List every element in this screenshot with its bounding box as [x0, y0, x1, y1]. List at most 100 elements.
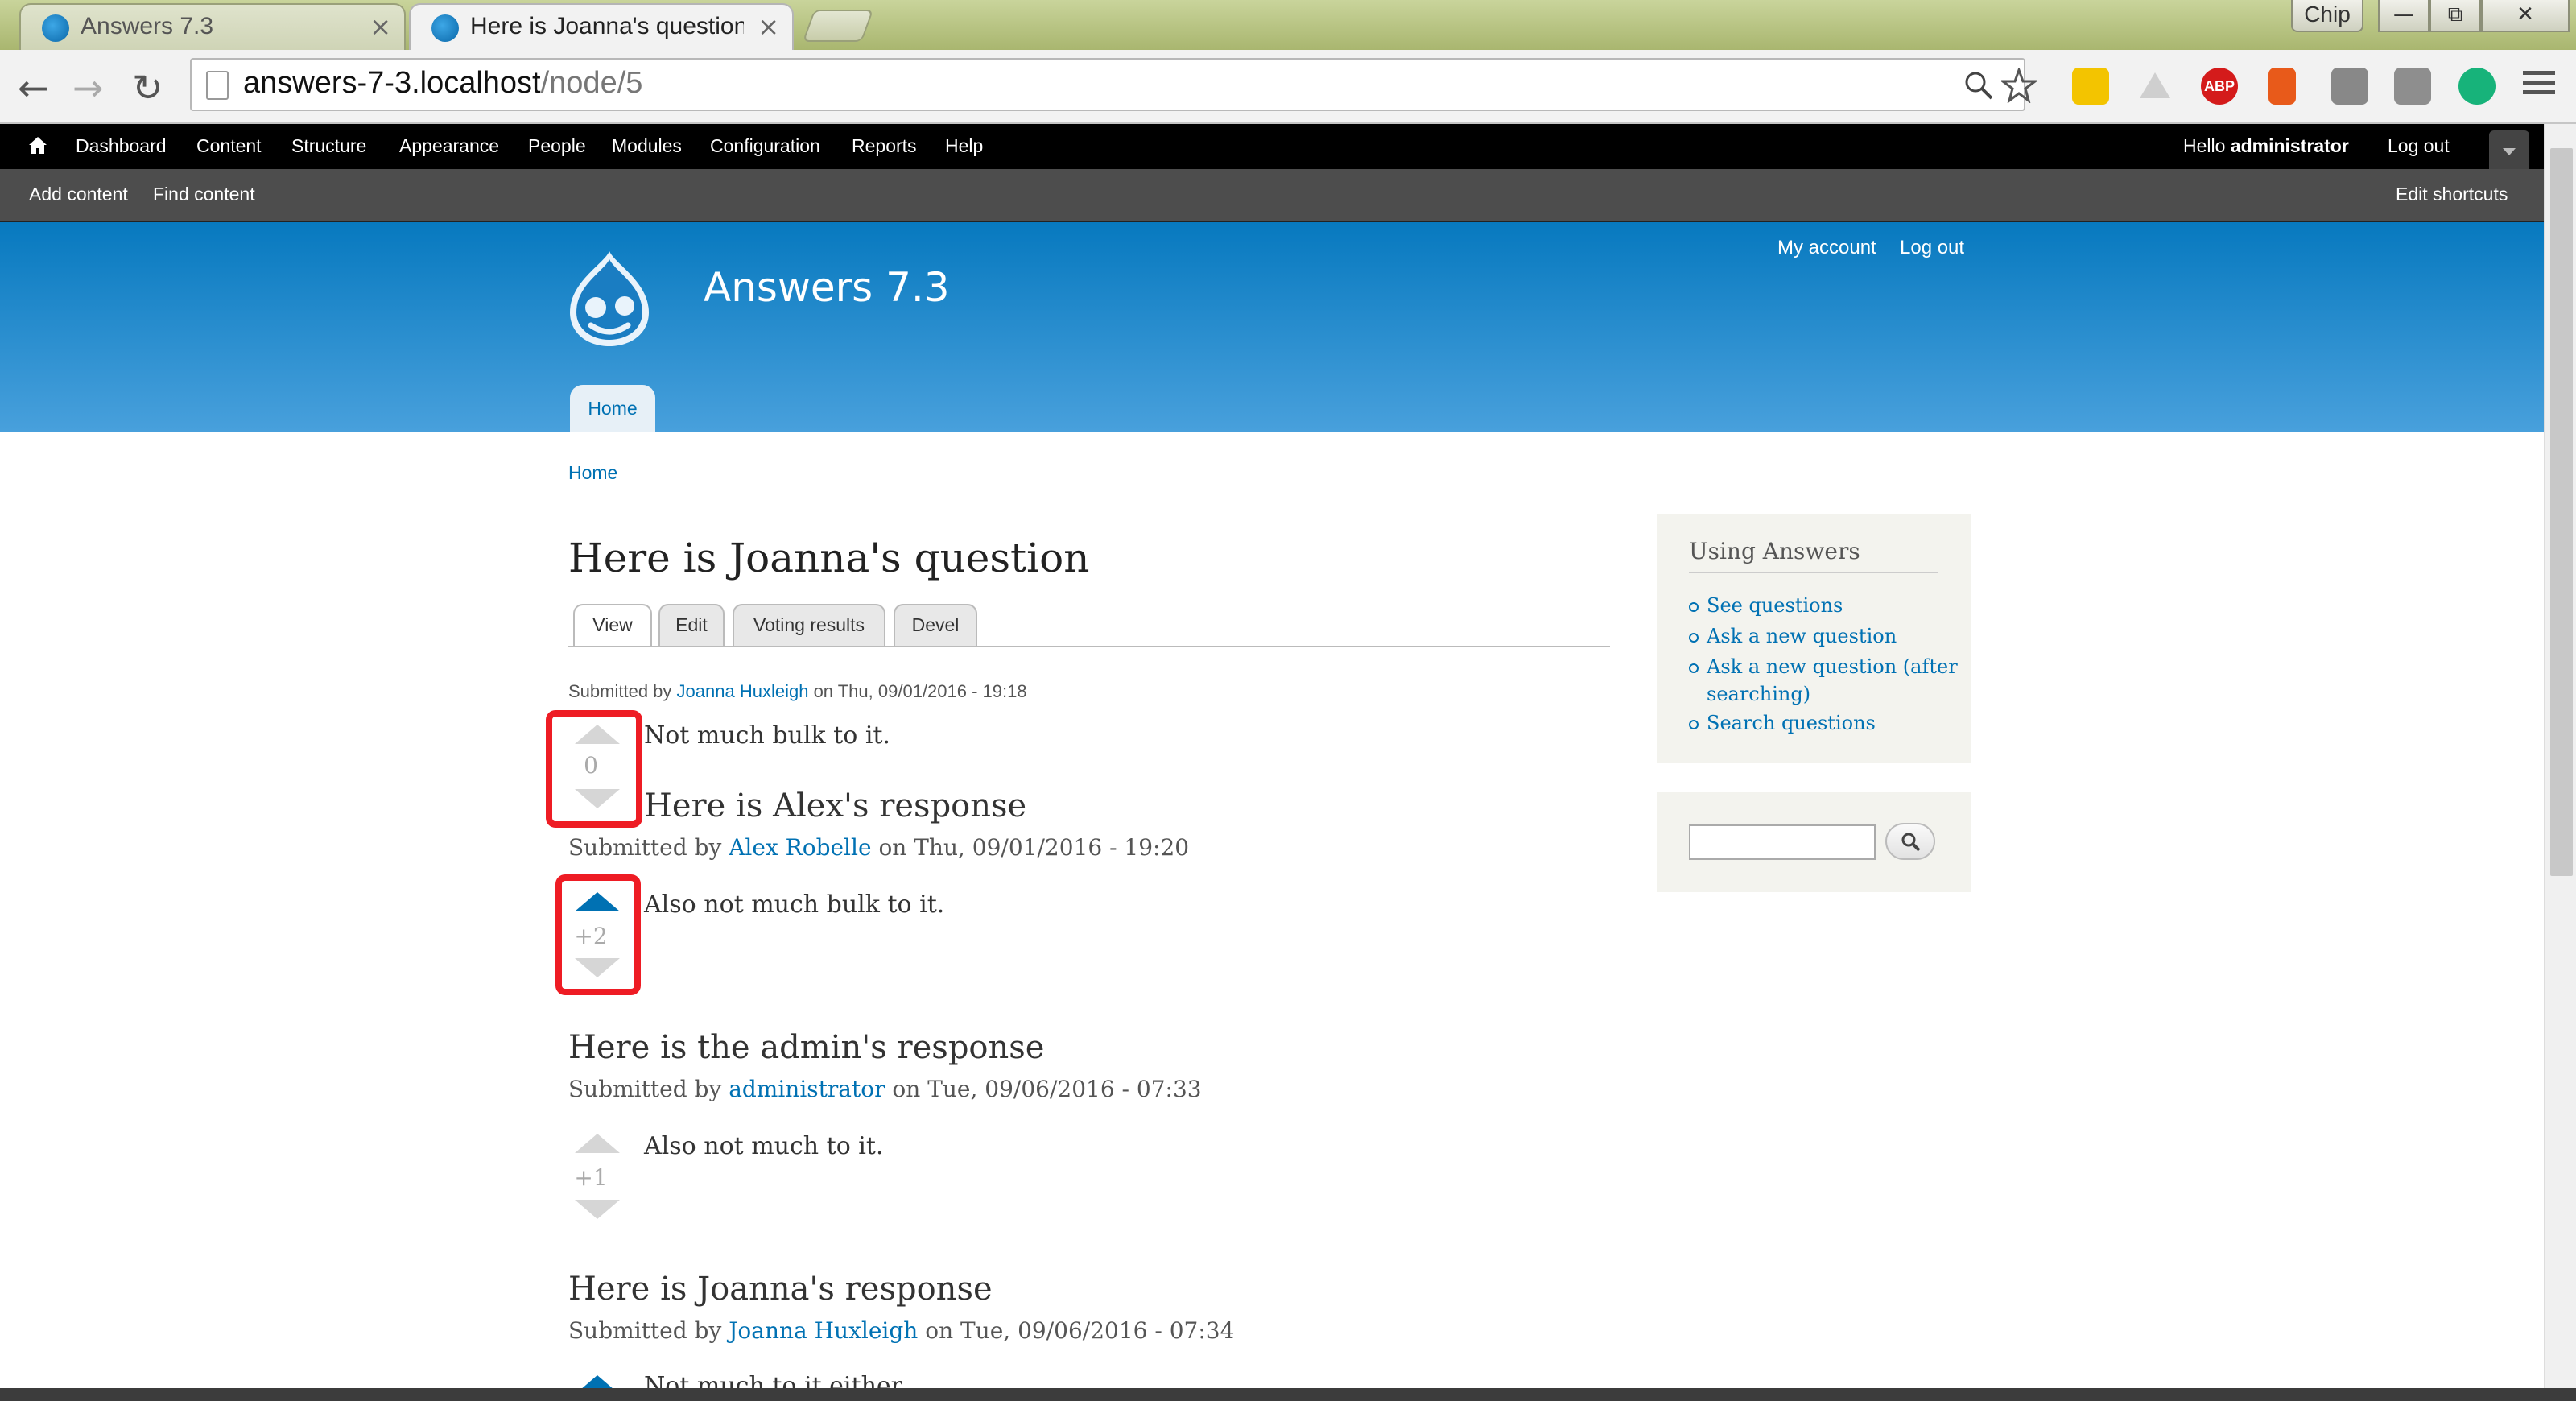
drupal-favicon-icon — [42, 14, 69, 42]
bullet — [1689, 633, 1699, 643]
site-header: Answers 7.3 My account Log out Home — [0, 222, 2544, 432]
vote-up-icon[interactable] — [575, 1134, 620, 1153]
browser-tab-question[interactable]: Here is Joanna's question × — [409, 3, 794, 50]
admin-logout-link[interactable]: Log out — [2388, 135, 2450, 157]
extension-icon[interactable] — [2331, 68, 2368, 105]
search-questions-link[interactable]: Search questions — [1707, 712, 1876, 734]
admin-username[interactable]: administrator — [2231, 135, 2349, 156]
tab-view[interactable]: View — [573, 604, 652, 646]
block-divider — [1689, 572, 1938, 573]
stylus-icon[interactable] — [2394, 68, 2431, 105]
search-input[interactable] — [1689, 824, 1876, 860]
vote-down-icon[interactable] — [575, 789, 620, 808]
shortcuts-toggle-button[interactable] — [2489, 130, 2529, 169]
site-name[interactable]: Answers 7.3 — [704, 264, 950, 311]
vote-count: 0 — [584, 752, 598, 779]
answer-author-link[interactable]: Alex Robelle — [729, 834, 871, 861]
main-menu-home-label: Home — [588, 398, 638, 419]
new-tab-button[interactable] — [802, 10, 874, 42]
search-icon[interactable] — [1963, 69, 1995, 101]
shortcut-add-content[interactable]: Add content — [29, 184, 128, 205]
shortcut-bar: Add content Find content Edit shortcuts — [0, 169, 2544, 222]
main-menu-home[interactable]: Home — [570, 385, 655, 432]
profile-button[interactable]: Chip — [2291, 0, 2363, 32]
vote-up-icon[interactable] — [575, 892, 620, 911]
scrollbar-thumb[interactable] — [2550, 148, 2573, 876]
admin-menu-modules[interactable]: Modules — [612, 135, 682, 157]
tab-edit[interactable]: Edit — [658, 604, 724, 646]
admin-menu-configuration[interactable]: Configuration — [710, 135, 820, 157]
header-logout-link[interactable]: Log out — [1900, 237, 1964, 259]
search-icon — [1901, 833, 1921, 852]
answer-submitted: Submitted by Alex Robelle on Thu, 09/01/… — [568, 834, 1190, 861]
back-icon[interactable]: ← — [18, 66, 49, 110]
drive-icon[interactable] — [2136, 68, 2174, 105]
drupal-favicon-icon — [431, 14, 459, 42]
bookmark-star-icon[interactable] — [2001, 68, 2037, 103]
admin-menu-dashboard[interactable]: Dashboard — [76, 135, 167, 157]
browser-tab-answers[interactable]: Answers 7.3 × — [19, 3, 406, 50]
page-icon — [206, 71, 229, 100]
reload-icon[interactable]: ↻ — [132, 66, 163, 110]
restore-button[interactable]: ⧉ — [2429, 0, 2481, 32]
address-bar[interactable]: answers-7-3.localhost/node/5 — [190, 58, 2037, 111]
admin-menu-reports[interactable]: Reports — [852, 135, 917, 157]
chrome-menu-icon[interactable] — [2523, 71, 2555, 94]
office-icon[interactable] — [2268, 68, 2296, 105]
search-button[interactable] — [1885, 823, 1935, 860]
grammarly-icon[interactable] — [2458, 68, 2496, 105]
question-submitted: Submitted by Joanna Huxleigh on Thu, 09/… — [568, 681, 1027, 701]
tab-close-icon[interactable]: × — [758, 11, 779, 42]
url-text[interactable]: answers-7-3.localhost/node/5 — [243, 66, 642, 101]
ask-question-link[interactable]: Ask a new question — [1707, 625, 1897, 647]
tab-voting-results[interactable]: Voting results — [733, 604, 886, 646]
see-questions-link[interactable]: See questions — [1707, 594, 1843, 617]
minimize-button[interactable]: — — [2378, 0, 2429, 32]
using-answers-block: Using Answers See questions Ask a new qu… — [1657, 514, 1971, 763]
admin-menu-help[interactable]: Help — [945, 135, 983, 157]
answer-title: Here is the admin's response — [568, 1029, 1045, 1066]
answer-cutoff-row: Not much to it either. — [564, 1369, 1690, 1388]
answer-author-link[interactable]: administrator — [729, 1076, 885, 1102]
block-title: Using Answers — [1689, 538, 1860, 564]
answer-body: Not much to it either. — [644, 1372, 908, 1388]
admin-menu-people[interactable]: People — [528, 135, 586, 157]
vote-up-icon[interactable] — [575, 1375, 620, 1388]
tab-close-icon[interactable]: × — [369, 11, 391, 42]
answer-body: Also not much bulk to it. — [644, 891, 945, 919]
admin-menu-content[interactable]: Content — [196, 135, 262, 157]
vote-count: +2 — [574, 923, 608, 949]
answer-title: Here is Joanna's response — [568, 1271, 993, 1308]
answer-author-link[interactable]: Joanna Huxleigh — [729, 1317, 918, 1344]
vote-up-icon[interactable] — [575, 725, 620, 744]
edit-shortcuts-link[interactable]: Edit shortcuts — [2396, 184, 2508, 205]
vote-down-icon[interactable] — [575, 958, 620, 977]
forward-icon[interactable]: → — [72, 66, 104, 110]
home-icon[interactable] — [27, 135, 48, 156]
shortcut-find-content[interactable]: Find content — [153, 184, 255, 205]
ask-question-after-searching-link[interactable]: Ask a new question (after — [1707, 655, 1958, 678]
window-close-button[interactable]: ✕ — [2481, 0, 2570, 32]
search-block — [1657, 792, 1971, 892]
vote-count: +1 — [574, 1164, 608, 1191]
breadcrumb[interactable]: Home — [568, 462, 617, 484]
tab-devel[interactable]: Devel — [894, 604, 977, 646]
drupal-logo[interactable] — [564, 248, 655, 348]
admin-menu-appearance[interactable]: Appearance — [399, 135, 499, 157]
ask-question-after-searching-link-cont[interactable]: searching) — [1707, 683, 1810, 705]
adblock-icon[interactable]: ABP — [2201, 68, 2238, 105]
admin-menu-structure[interactable]: Structure — [291, 135, 366, 157]
answer-title: Here is Alex's response — [644, 787, 1027, 824]
browser-toolbar: ← → ↻ answers-7-3.localhost/node/5 ABP — [0, 50, 2576, 124]
question-author-link[interactable]: Joanna Huxleigh — [677, 681, 809, 701]
browser-tab-strip: Answers 7.3 × Here is Joanna's question … — [0, 0, 2576, 50]
question-body: Not much bulk to it. — [644, 721, 891, 750]
tab-title: Here is Joanna's question — [470, 13, 744, 39]
my-account-link[interactable]: My account — [1777, 237, 1876, 259]
vertical-scrollbar[interactable] — [2544, 124, 2576, 1388]
more-icon[interactable] — [2072, 68, 2109, 105]
admin-toolbar: Dashboard Content Structure Appearance P… — [0, 124, 2544, 169]
vote-down-icon[interactable] — [575, 1200, 620, 1219]
hello-text: Hello administrator — [2183, 135, 2349, 156]
tabs-divider — [568, 646, 1610, 647]
